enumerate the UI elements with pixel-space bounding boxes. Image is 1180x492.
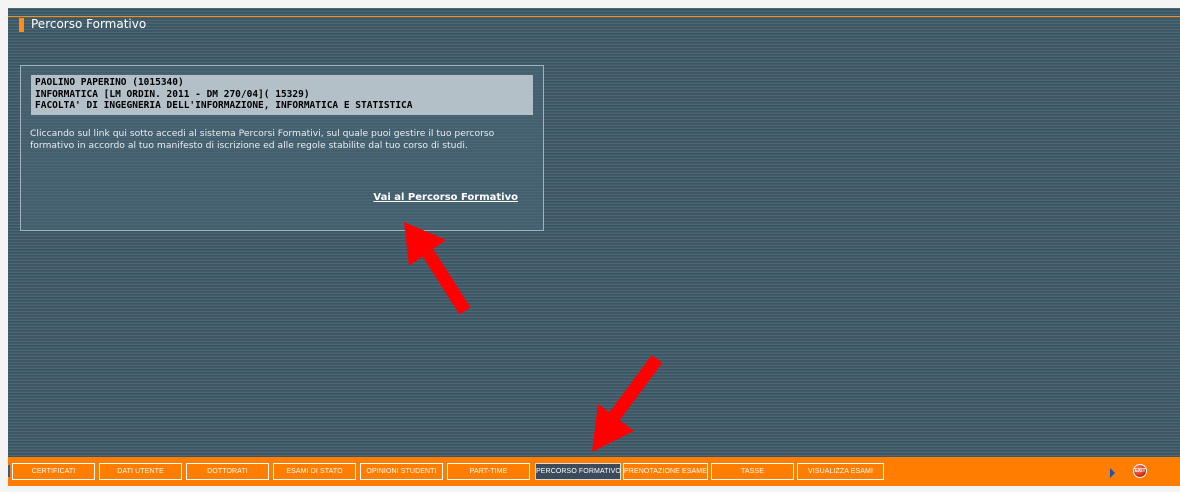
tab-dottorati[interactable]: DOTTORATI <box>186 463 269 480</box>
bottom-toolbar: CERTIFICATI DATI UTENTE DOTTORATI ESAMI … <box>8 457 1180 486</box>
next-arrow-icon[interactable] <box>1110 468 1115 478</box>
title-accent-bar <box>19 18 24 32</box>
description-text: Cliccando sul link qui sotto accedi al s… <box>30 128 495 151</box>
student-faculty: FACOLTA' DI INGEGNERIA DELL'INFORMAZIONE… <box>35 100 413 111</box>
tab-dati-utente[interactable]: DATI UTENTE <box>99 463 182 480</box>
student-name: PAOLINO PAPERINO (1015340) <box>35 77 184 88</box>
tab-esami-di-stato[interactable]: ESAMI DI STATO <box>273 463 356 480</box>
page-title: Percorso Formativo <box>31 17 147 31</box>
student-course: INFORMATICA [LM ORDIN. 2011 - DM 270/04]… <box>35 88 310 100</box>
tab-part-time[interactable]: PART-TIME <box>447 463 530 480</box>
exit-icon[interactable]: EXIT <box>1133 464 1147 478</box>
tab-certificati[interactable]: CERTIFICATI <box>12 463 95 480</box>
tab-tasse[interactable]: TASSE <box>711 463 794 480</box>
tab-opinioni-studenti[interactable]: OPINIONI STUDENTI <box>360 463 443 480</box>
app-window: Percorso Formativo PAOLINO PAPERINO (101… <box>8 8 1180 486</box>
tab-visualizza-esami[interactable]: VISUALIZZA ESAMI <box>797 463 884 480</box>
tab-prenotazione-esame[interactable]: PRENOTAZIONE ESAME <box>623 463 708 480</box>
title-underline <box>8 16 1180 17</box>
info-panel: PAOLINO PAPERINO (1015340) INFORMATICA [… <box>20 65 544 231</box>
student-info-box: PAOLINO PAPERINO (1015340) INFORMATICA [… <box>31 75 533 115</box>
go-to-percorso-link[interactable]: Vai al Percorso Formativo <box>373 192 518 203</box>
tab-percorso-formativo[interactable]: PERCORSO FORMATIVO <box>535 463 621 480</box>
toolbar-left-edge <box>8 465 10 477</box>
